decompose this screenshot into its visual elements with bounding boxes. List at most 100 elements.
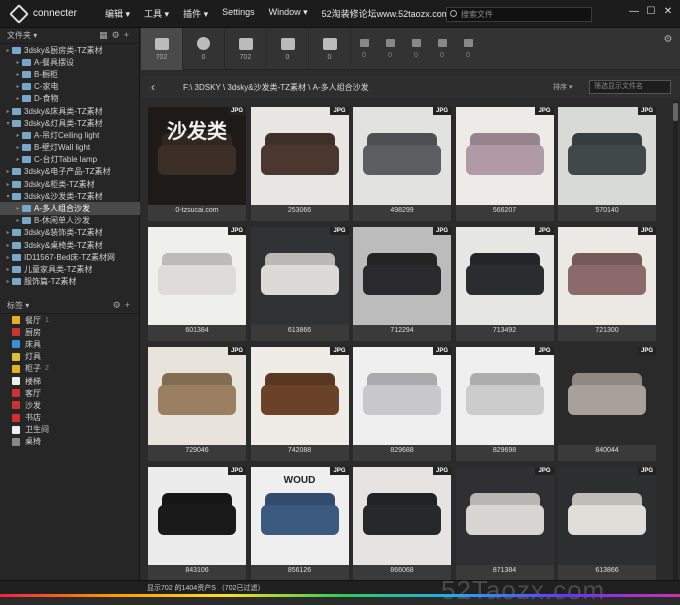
folder-item[interactable]: ▸ A-多人组合沙发 xyxy=(0,202,140,215)
tag-item[interactable]: 餐厅 1 xyxy=(0,314,140,326)
asset-thumbnail[interactable] xyxy=(558,227,656,325)
expand-arrow-icon[interactable]: ▸ xyxy=(14,132,22,139)
asset-card[interactable]: JPG 729046 xyxy=(148,347,246,461)
tag-item[interactable]: 床具 xyxy=(0,338,140,350)
tag-item[interactable]: 书店 xyxy=(0,412,140,424)
asset-card[interactable]: JPG 498299 xyxy=(353,107,451,221)
folder-item[interactable]: ▸ B-壁灯Wall light xyxy=(0,142,140,154)
tag-filter-button[interactable]: 0 xyxy=(429,28,455,70)
asset-card[interactable]: JPG 601384 xyxy=(148,227,246,341)
expand-arrow-icon[interactable]: ▸ xyxy=(4,278,12,285)
expand-arrow-icon[interactable]: ▸ xyxy=(14,217,22,224)
expand-arrow-icon[interactable]: ▸ xyxy=(14,156,22,163)
search-input[interactable]: 搜索文件 xyxy=(446,7,592,22)
expand-arrow-icon[interactable]: ▸ xyxy=(4,181,12,188)
menu-item[interactable]: Window ▾ xyxy=(262,7,315,20)
folder-item[interactable]: ▸ ID11567-Bed床-TZ素材网 xyxy=(0,251,140,263)
asset-thumbnail[interactable] xyxy=(558,107,656,205)
expand-arrow-icon[interactable]: ▸ xyxy=(4,47,12,54)
minimize-button[interactable]: — xyxy=(628,6,640,18)
asset-card[interactable]: JPG 613866 xyxy=(558,467,656,581)
expand-arrow-icon[interactable]: ▸ xyxy=(14,144,22,151)
asset-card[interactable]: JPG 566207 xyxy=(455,107,554,221)
expand-arrow-icon[interactable]: ▸ xyxy=(4,108,12,115)
type-filter-button[interactable]: 0 xyxy=(309,28,351,70)
tags-header[interactable]: 标签 ▾ ⚙+ xyxy=(0,298,140,314)
asset-card[interactable]: 沙发类 JPG 0-tzsucai.com xyxy=(148,107,246,221)
asset-thumbnail[interactable] xyxy=(455,107,554,205)
asset-thumbnail[interactable] xyxy=(455,347,554,445)
expand-arrow-icon[interactable]: ▸ xyxy=(14,59,22,66)
folder-item[interactable]: ▸ C-台灯Table lamp xyxy=(0,154,140,166)
folder-item[interactable]: ▸ 3dsky&厨房类-TZ素材 xyxy=(0,44,140,56)
type-filter-button[interactable]: 702 xyxy=(225,28,267,70)
tag-filter-button[interactable]: 0 xyxy=(377,28,403,70)
expand-arrow-icon[interactable]: ▸ xyxy=(14,205,22,212)
folder-item[interactable]: ▸ B-休闲单人沙发 xyxy=(0,215,140,227)
menu-item[interactable]: 插件 ▾ xyxy=(176,7,215,20)
expand-arrow-icon[interactable]: ▸ xyxy=(4,168,12,175)
asset-card[interactable]: JPG 712294 xyxy=(353,227,451,341)
asset-thumbnail[interactable] xyxy=(353,227,451,325)
folder-item[interactable]: ▾ 3dsky&沙发类-TZ素材 xyxy=(0,190,140,202)
asset-thumbnail[interactable] xyxy=(250,347,349,445)
tag-tools[interactable]: ⚙+ xyxy=(113,300,134,311)
folder-tools[interactable]: ▦⚙+ xyxy=(99,30,133,41)
menu-item[interactable]: 编辑 ▾ xyxy=(98,7,137,20)
folder-item[interactable]: ▸ A-吊灯Ceiling light xyxy=(0,129,140,141)
asset-thumbnail[interactable] xyxy=(558,347,656,445)
asset-card[interactable]: JPG 713492 xyxy=(455,227,554,341)
tag-item[interactable]: 卫生间 xyxy=(0,424,140,436)
sort-button[interactable]: 排序 ▾ xyxy=(553,82,572,92)
grid-scrollbar[interactable] xyxy=(673,101,678,580)
asset-card[interactable]: JPG 721300 xyxy=(558,227,656,341)
asset-card[interactable]: JPG 871384 xyxy=(455,467,554,581)
folder-item[interactable]: ▸ 3dsky&装饰类-TZ素材 xyxy=(0,227,140,239)
expand-arrow-icon[interactable]: ▾ xyxy=(4,120,12,127)
asset-card[interactable]: JPG 253066 xyxy=(250,107,349,221)
type-filter-button[interactable]: 0 xyxy=(183,28,225,70)
expand-arrow-icon[interactable]: ▸ xyxy=(4,266,12,273)
asset-card[interactable]: JPG 843106 xyxy=(148,467,246,581)
expand-arrow-icon[interactable]: ▸ xyxy=(4,229,12,236)
asset-thumbnail[interactable] xyxy=(353,467,451,565)
asset-thumbnail[interactable] xyxy=(455,227,554,325)
filter-input[interactable]: 筛选显示文件名 xyxy=(589,80,671,94)
close-button[interactable]: ✕ xyxy=(662,6,674,18)
menu-item[interactable]: 52淘装修论坛www.52taozx.com ▾ xyxy=(315,7,464,20)
tag-item[interactable]: 沙发 xyxy=(0,399,140,411)
asset-card[interactable]: JPG 742088 xyxy=(250,347,349,461)
folder-item[interactable]: ▸ C-家电 xyxy=(0,81,140,93)
folder-item[interactable]: ▸ A-餐具摆设 xyxy=(0,56,140,68)
asset-card[interactable]: JPG 866068 xyxy=(353,467,451,581)
maximize-button[interactable]: ☐ xyxy=(645,6,657,18)
folder-item[interactable]: ▾ 3dsky&灯具类-TZ素材 xyxy=(0,117,140,129)
asset-card[interactable]: JPG 829698 xyxy=(455,347,554,461)
expand-arrow-icon[interactable]: ▾ xyxy=(4,193,12,200)
folder-item[interactable]: ▸ 3dsky&床具类-TZ素材 xyxy=(0,105,140,117)
asset-thumbnail[interactable]: WOUD xyxy=(250,467,349,565)
asset-thumbnail[interactable] xyxy=(250,227,349,325)
tag-item[interactable]: 楼梯 xyxy=(0,375,140,387)
asset-thumbnail[interactable] xyxy=(455,467,554,565)
tag-item[interactable]: 柜子 2 xyxy=(0,363,140,375)
folders-header[interactable]: 文件夹 ▾ ▦⚙+ xyxy=(0,28,139,44)
tag-item[interactable]: 厨房 xyxy=(0,326,140,338)
tag-item[interactable]: 灯具 xyxy=(0,351,140,363)
breadcrumb[interactable]: F:\ 3DSKY \ 3dsky&沙发类-TZ素材 \ A-多人组合沙发 xyxy=(183,82,369,93)
settings-gear-icon[interactable]: ⚙ xyxy=(662,34,674,46)
expand-arrow-icon[interactable]: ▸ xyxy=(4,242,12,249)
tag-filter-button[interactable]: 0 xyxy=(455,28,481,70)
asset-thumbnail[interactable] xyxy=(353,107,451,205)
asset-thumbnail[interactable] xyxy=(148,347,246,445)
folder-item[interactable]: ▸ 服饰篇-TZ素材 xyxy=(0,276,140,288)
type-filter-button[interactable]: 0 xyxy=(267,28,309,70)
menu-item[interactable]: 工具 ▾ xyxy=(137,7,176,20)
asset-thumbnail[interactable] xyxy=(148,227,246,325)
expand-arrow-icon[interactable]: ▸ xyxy=(4,254,12,261)
expand-arrow-icon[interactable]: ▸ xyxy=(14,71,22,78)
tag-filter-button[interactable]: 0 xyxy=(351,28,377,70)
menu-item[interactable]: Settings xyxy=(215,7,262,20)
asset-thumbnail[interactable] xyxy=(353,347,451,445)
scroll-thumb[interactable] xyxy=(673,103,678,121)
